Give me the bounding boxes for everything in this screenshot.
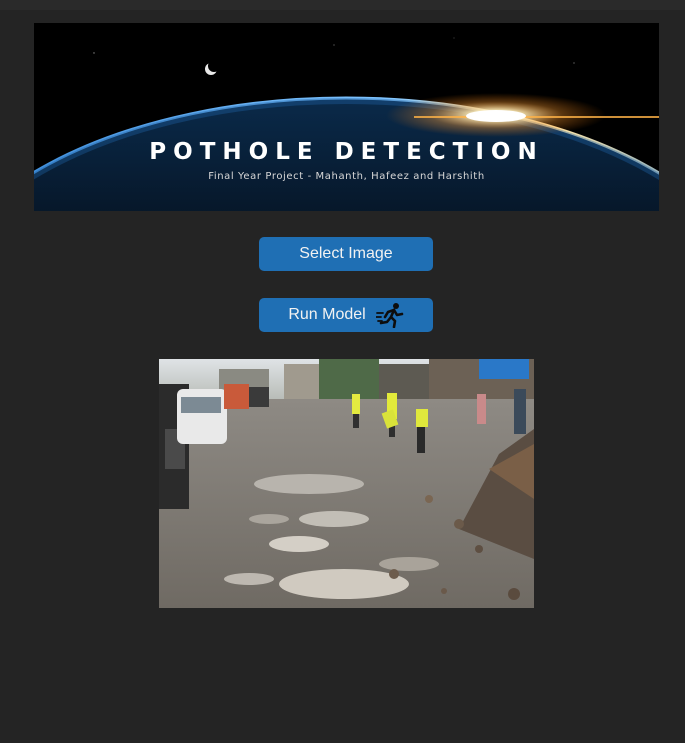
select-image-button[interactable]: Select Image (259, 237, 433, 271)
run-model-label: Run Model (288, 306, 366, 323)
app-window: POTHOLE DETECTION Final Year Project - M… (0, 0, 685, 743)
road-photo (159, 359, 534, 608)
banner-subtitle: Final Year Project - Mahanth, Hafeez and… (208, 171, 485, 182)
selected-image-preview (159, 359, 534, 608)
header-banner: POTHOLE DETECTION Final Year Project - M… (34, 23, 659, 211)
running-person-icon (375, 303, 403, 328)
banner-title: POTHOLE DETECTION (149, 139, 544, 165)
run-model-button[interactable]: Run Model (259, 298, 433, 332)
select-image-label: Select Image (299, 245, 393, 262)
earth-horizon-graphic (34, 23, 659, 211)
top-strip (0, 0, 685, 10)
